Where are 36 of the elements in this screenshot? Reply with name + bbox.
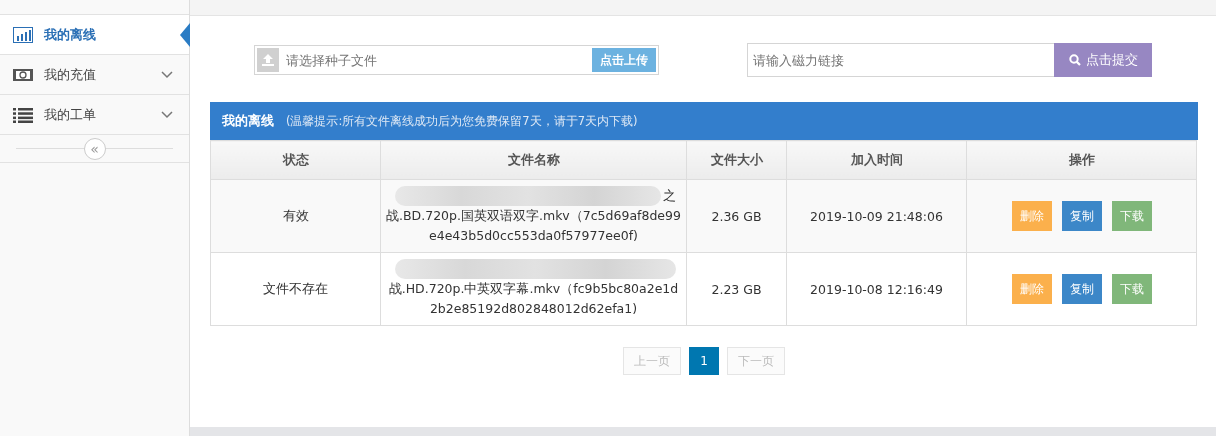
table-cell: 文件不存在 <box>210 252 381 326</box>
table-cell: 2.36 GB <box>686 179 787 253</box>
panel-title: 我的离线 <box>222 112 274 130</box>
list-icon <box>13 106 33 123</box>
sidebar-item[interactable]: 我的充值 <box>0 55 189 95</box>
file-name: 战.BD.720p.国英双语双字.mkv（7c5d69af8de99e4e43b5d0cc553da0f57977ee0f) <box>385 207 682 245</box>
table-cell: 2019-10-09 21:48:06 <box>786 179 967 253</box>
upload-button[interactable]: 点击上传 <box>592 48 656 72</box>
table-cell: 2019-10-08 12:16:49 <box>786 252 967 326</box>
banknote-icon <box>13 66 33 83</box>
file-upload-field[interactable]: 请选择种子文件 点击上传 <box>254 45 659 75</box>
file-name: 战.HD.720p.中英双字幕.mkv（fc9b5bc80a2e1d2b2e85192d802848012d62efa1) <box>387 280 680 318</box>
file-name-start: 之 <box>663 187 676 205</box>
magnet-link-field[interactable]: 请输入磁力链接 <box>747 43 1054 77</box>
column-header: 文件名称 <box>380 140 687 180</box>
copy-button[interactable]: 复制 <box>1061 201 1102 231</box>
column-header: 操作 <box>966 140 1197 180</box>
sidebar-item[interactable]: 我的离线 <box>0 15 189 55</box>
bar-chart-icon <box>13 26 33 43</box>
collapse-button[interactable]: « <box>83 137 106 160</box>
copy-button[interactable]: 复制 <box>1061 274 1102 304</box>
download-button[interactable]: 下载 <box>1111 274 1152 304</box>
page-button[interactable]: 1 <box>689 347 719 375</box>
column-header: 加入时间 <box>786 140 967 180</box>
delete-button[interactable]: 删除 <box>1011 201 1052 231</box>
sidebar-item[interactable]: 我的工单 <box>0 95 189 135</box>
active-pointer-icon <box>180 23 190 47</box>
table-cell: 2.23 GB <box>686 252 787 326</box>
submit-button[interactable]: 点击提交 <box>1054 43 1152 77</box>
download-button[interactable]: 下载 <box>1111 201 1152 231</box>
column-header: 文件大小 <box>686 140 787 180</box>
search-icon <box>1068 54 1081 66</box>
column-header: 状态 <box>210 140 381 180</box>
panel-hint: (温馨提示:所有文件离线成功后为您免费保留7天，请于7天内下载) <box>286 113 638 129</box>
table-cell: 有效 <box>210 179 381 253</box>
delete-button[interactable]: 删除 <box>1011 274 1052 304</box>
